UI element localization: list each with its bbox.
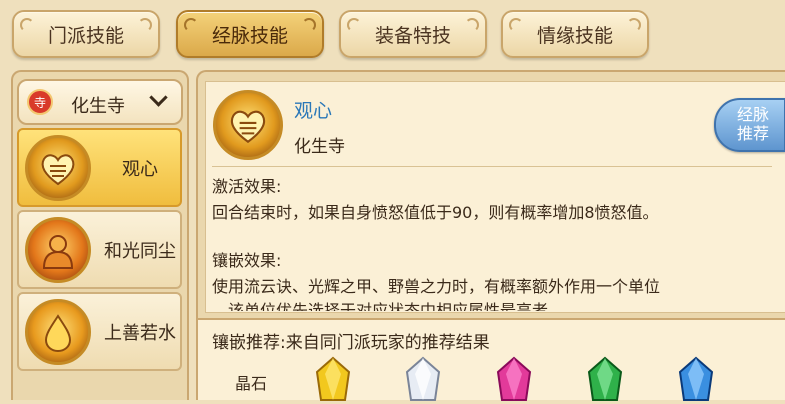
tab-bond-skills[interactable]: 情缘技能 — [501, 10, 649, 58]
meridian-recommend-button[interactable]: 经脉推荐 — [714, 98, 785, 152]
skill-item-label: 和光同尘 — [104, 240, 176, 262]
buddha-glyph — [42, 235, 74, 269]
tab-school-skills[interactable]: 门派技能 — [12, 10, 160, 58]
gem-blue-icon[interactable] — [676, 356, 716, 404]
inlay-text-line2: ，该单位优先选择于对应状态中相应属性最高者。 — [212, 301, 565, 311]
tab-label: 经脉技能 — [211, 24, 288, 47]
recommend-badge-label: 经脉推荐 — [736, 105, 769, 143]
school-name: 化生寺 — [71, 96, 125, 117]
gem-pink-icon[interactable] — [494, 356, 534, 404]
heart-lotus-glyph — [41, 154, 75, 186]
water-drop-icon — [25, 299, 91, 365]
school-emblem-icon: 寺 — [27, 89, 53, 115]
skill-description-scroll[interactable]: 激活效果: 回合结束时，如果自身愤怒值低于90，则有概率增加8愤怒值。 镶嵌效果… — [205, 170, 775, 311]
inlay-heading: 镶嵌效果: — [212, 251, 282, 270]
activate-text: 回合结束时，如果自身愤怒值低于90，则有概率增加8愤怒值。 — [212, 203, 659, 222]
inlay-recommend-title: 镶嵌推荐:来自同门派玩家的推荐结果 — [212, 333, 490, 353]
skill-item-guanxin[interactable]: 观心 — [17, 128, 182, 207]
buddha-icon — [25, 217, 91, 283]
activate-heading: 激活效果: — [212, 177, 282, 196]
divider — [212, 166, 772, 167]
skill-school: 化生寺 — [294, 137, 345, 157]
water-drop-glyph — [44, 314, 72, 353]
skill-title: 观心 — [294, 100, 333, 122]
skill-item-label: 上善若水 — [104, 322, 176, 344]
tab-label: 情缘技能 — [536, 24, 613, 47]
heart-lotus-icon — [213, 90, 283, 160]
skill-item-heguang[interactable]: 和光同尘 — [17, 210, 182, 289]
gem-green-icon[interactable] — [585, 356, 625, 404]
heart-lotus-glyph — [230, 110, 266, 144]
skill-item-shangshan[interactable]: 上善若水 — [17, 292, 182, 371]
school-emblem-char: 寺 — [33, 95, 46, 110]
tab-equipment-skills[interactable]: 装备特技 — [339, 10, 487, 58]
tab-label: 门派技能 — [47, 24, 124, 47]
chevron-down-icon — [149, 88, 168, 107]
gem-row-label: 晶石 — [235, 374, 268, 393]
gem-white-icon[interactable] — [403, 356, 443, 404]
school-dropdown[interactable]: 寺 化生寺 — [17, 79, 183, 125]
heart-lotus-icon — [25, 135, 91, 201]
inlay-text-line1: 使用流云诀、光辉之甲、野兽之力时，有概率额外作用一个单位 — [212, 277, 661, 296]
tab-meridian-skills[interactable]: 经脉技能 — [176, 10, 324, 58]
tab-label: 装备特技 — [374, 24, 451, 47]
skill-item-label: 观心 — [122, 158, 158, 180]
gem-yellow-icon[interactable] — [313, 356, 353, 404]
